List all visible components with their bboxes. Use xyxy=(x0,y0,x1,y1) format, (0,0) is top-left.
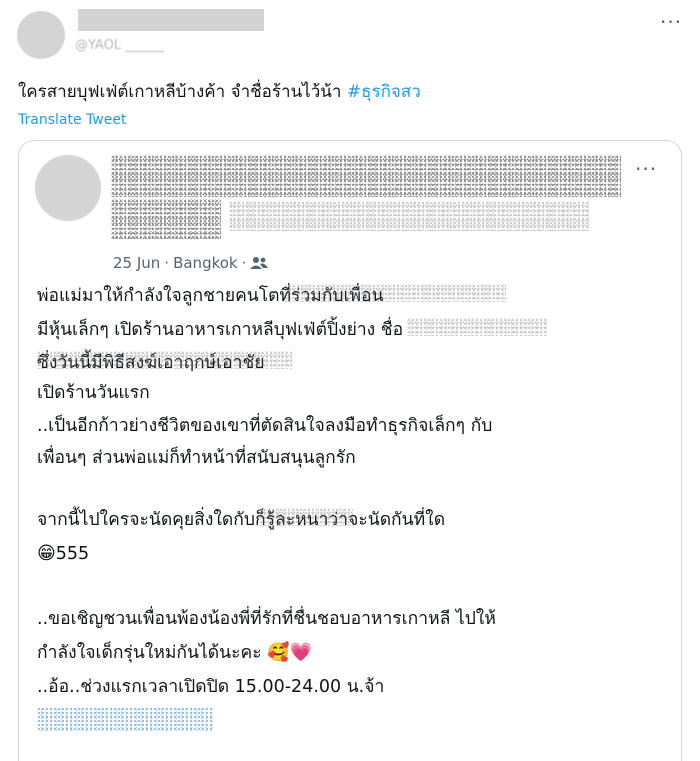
line-10-text: กำลังใจเด็กรุ่นใหม่กันได้นะคะ xyxy=(37,643,262,663)
post-line-10: กำลังใจเด็กรุ่นใหม่กันได้นะคะ 🥰💗 xyxy=(37,641,312,665)
redacted-name-1 xyxy=(283,284,506,302)
hashtag-link[interactable]: #ธุรกิจสว xyxy=(347,82,421,102)
post-date[interactable]: 25 Jun xyxy=(113,254,160,272)
user-handle-redacted[interactable]: @YAOL ______ xyxy=(75,38,164,53)
redacted-shop-address xyxy=(37,351,292,369)
tweet-text-body: ใครสายบุฟเฟ่ต์เกาหลีบ้างค้า จำชื่อร้านไว… xyxy=(18,82,347,102)
post-line-2: มีหุ้นเล็กๆ เปิดร้านอาหารเกาหลีบุฟเฟ่ต์ป… xyxy=(37,318,548,342)
line-2-text: มีหุ้นเล็กๆ เปิดร้านอาหารเกาหลีบุฟเฟ่ต์ป… xyxy=(37,320,404,340)
growing-heart-icon: 💗 xyxy=(289,642,313,663)
post-line-8: 😁555 xyxy=(37,542,89,566)
post-line-3: ซึ่งวันนี้มีพิธีสงฆ์เอาฤกษ์เอาชัย xyxy=(37,351,292,375)
post-meta: 25 Jun · Bangkok · xyxy=(113,254,269,272)
post-line-11: ..อ้อ..ช่วงแรกเวลาเปิดปิด 15.00-24.00 น.… xyxy=(37,677,385,697)
quoted-author-avatar[interactable] xyxy=(35,155,101,221)
post-line-7: จากนี้ไปใครจะนัดคุยสิ่งใดกับ ก็รู้ละหนาว่… xyxy=(37,508,445,532)
quoted-post-card[interactable]: ··· 25 Jun · Bangkok · พ่อแม่มาให้กำลังใ… xyxy=(18,140,682,761)
redacted-shop-name xyxy=(407,318,548,336)
meta-separator: · xyxy=(164,254,170,272)
more-options-icon[interactable]: ··· xyxy=(660,12,682,32)
smiling-face-with-hearts-icon: 🥰 xyxy=(267,642,290,663)
post-line-4: เปิดร้านวันแรก xyxy=(37,383,150,403)
post-line-6: เพื่อนๆ ส่วนพ่อแม่ก็ทำหน้าที่สนับสนุนลูก… xyxy=(37,448,356,468)
translate-tweet-link[interactable]: Translate Tweet xyxy=(18,112,126,128)
redacted-name-2 xyxy=(258,508,353,526)
quoted-author-name-redacted-3 xyxy=(229,201,589,231)
post-line-5: ..เป็นอีกก้าวย่างชีวิตของเขาที่ตัดสินใจล… xyxy=(37,416,493,436)
quoted-author-name-redacted xyxy=(111,155,621,197)
line-8-text: 555 xyxy=(55,544,90,564)
quoted-author-name-redacted-2 xyxy=(111,199,221,239)
friends-icon xyxy=(250,257,269,269)
meta-separator-2: · xyxy=(241,254,247,272)
redacted-link[interactable] xyxy=(37,707,213,731)
user-avatar[interactable] xyxy=(17,11,65,59)
quoted-more-options-icon[interactable]: ··· xyxy=(635,159,657,179)
line-1-start: พ่อแม่มาให้กำลังใจลูกชายคนโต xyxy=(37,286,280,306)
display-name-redacted[interactable] xyxy=(78,9,264,31)
post-location[interactable]: Bangkok xyxy=(173,254,238,272)
grinning-face-icon: 😁 xyxy=(37,543,56,564)
post-line-9: ..ขอเชิญชวนเพื่อนพ้องน้องพี่ที่รักที่ชื่… xyxy=(37,609,496,629)
line-7-start: จากนี้ไปใครจะนัดคุยสิ่งใดกับ xyxy=(37,510,255,530)
tweet-text: ใครสายบุฟเฟ่ต์เกาหลีบ้างค้า จำชื่อร้านไว… xyxy=(18,80,421,104)
post-line-1: พ่อแม่มาให้กำลังใจลูกชายคนโต ที่ร่วมกับเพ… xyxy=(37,284,506,308)
